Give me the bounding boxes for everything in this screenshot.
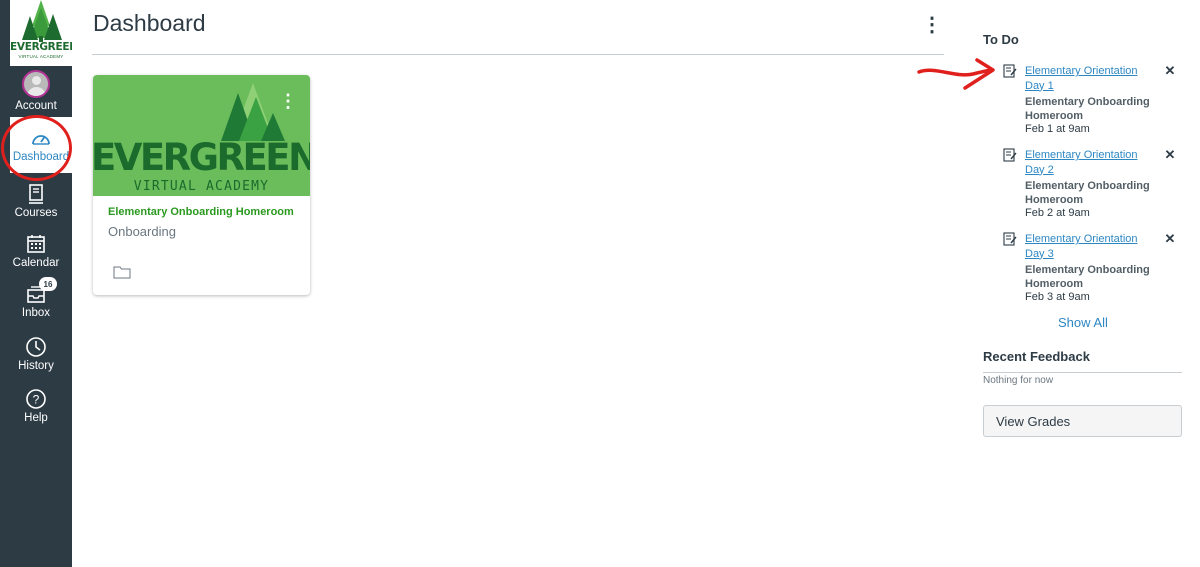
nav-item-inbox[interactable]: 16 Inbox (0, 277, 72, 319)
recent-feedback-heading: Recent Feedback (983, 349, 1090, 364)
course-card[interactable]: ⋮ EVERGREEN VIRTUAL ACADEMY Elementary O… (93, 75, 310, 295)
course-card-hero[interactable]: ⋮ EVERGREEN VIRTUAL ACADEMY (93, 75, 310, 196)
nav-label-history: History (18, 360, 54, 372)
nav-item-dashboard[interactable]: Dashboard (10, 117, 72, 173)
nav-label-inbox: Inbox (21, 307, 51, 319)
dismiss-close-icon[interactable]: ✕ (1164, 64, 1176, 78)
help-question-icon: ? (25, 388, 47, 410)
dashboard-options-kebab-icon[interactable]: ⋮ (922, 14, 942, 36)
dismiss-close-icon[interactable]: ✕ (1164, 232, 1176, 246)
todo-item-context: Elementary Onboarding Homeroom (1025, 264, 1150, 290)
feedback-divider (983, 372, 1182, 373)
view-grades-button[interactable]: View Grades (983, 405, 1182, 437)
course-card-options-kebab-icon[interactable]: ⋮ (279, 91, 297, 111)
card-hero-wordmark: EVERGREEN (93, 136, 310, 179)
course-card-subtitle: Onboarding (108, 224, 176, 239)
nav-item-account[interactable]: Account (0, 70, 72, 112)
todo-item-date: Feb 3 at 9am (1025, 291, 1090, 303)
show-all-link[interactable]: Show All (1058, 315, 1108, 330)
nav-label-dashboard: Dashboard (12, 151, 70, 163)
title-divider (92, 54, 944, 55)
inbox-icon: 16 (25, 277, 57, 305)
nav-label-help: Help (24, 412, 48, 424)
assignment-icon (1003, 64, 1017, 78)
school-logo[interactable]: EVERGREEN VIRTUAL ACADEMY (10, 0, 72, 66)
todo-item-date: Feb 1 at 9am (1025, 123, 1090, 135)
feedback-empty-text: Nothing for now (983, 375, 1054, 386)
assignment-icon (1003, 232, 1017, 246)
pine-trees-icon (22, 0, 62, 42)
assignment-icon (1003, 148, 1017, 162)
logo-subtitle: VIRTUAL ACADEMY (18, 54, 64, 59)
history-clock-icon (25, 336, 47, 358)
folder-icon[interactable] (113, 265, 131, 279)
courses-book-icon (25, 183, 47, 205)
red-annotation-arrow (917, 58, 995, 90)
nav-item-help[interactable]: ? Help (0, 388, 72, 424)
nav-item-courses[interactable]: Courses (0, 183, 72, 219)
todo-item-context: Elementary Onboarding Homeroom (1025, 96, 1150, 122)
dismiss-close-icon[interactable]: ✕ (1164, 148, 1176, 162)
nav-label-account: Account (15, 100, 57, 112)
dashboard-gauge-icon (30, 127, 52, 149)
page-title: Dashboard (93, 10, 206, 36)
inbox-unread-badge: 16 (39, 277, 57, 291)
todo-item-link[interactable]: Elementary Orientation Day 2 (1025, 148, 1155, 177)
todo-item-link[interactable]: Elementary Orientation Day 1 (1025, 64, 1155, 93)
canvas-dashboard-page: EVERGREEN VIRTUAL ACADEMY Account Dashbo… (0, 0, 1200, 567)
nav-item-calendar[interactable]: Calendar (0, 233, 72, 269)
nav-label-calendar: Calendar (12, 257, 60, 269)
global-navigation: EVERGREEN VIRTUAL ACADEMY Account Dashbo… (0, 0, 72, 567)
logo-wordmark: EVERGREEN (10, 41, 72, 53)
nav-label-courses: Courses (14, 207, 58, 219)
avatar (22, 70, 50, 98)
todo-item-link[interactable]: Elementary Orientation Day 3 (1025, 232, 1155, 261)
course-card-title[interactable]: Elementary Onboarding Homeroom (108, 206, 294, 218)
svg-text:?: ? (33, 393, 40, 407)
todo-heading: To Do (983, 32, 1019, 47)
calendar-icon (25, 233, 47, 255)
todo-item-context: Elementary Onboarding Homeroom (1025, 180, 1150, 206)
nav-item-history[interactable]: History (0, 336, 72, 372)
todo-item-date: Feb 2 at 9am (1025, 207, 1090, 219)
card-hero-subtitle: VIRTUAL ACADEMY (133, 179, 270, 194)
